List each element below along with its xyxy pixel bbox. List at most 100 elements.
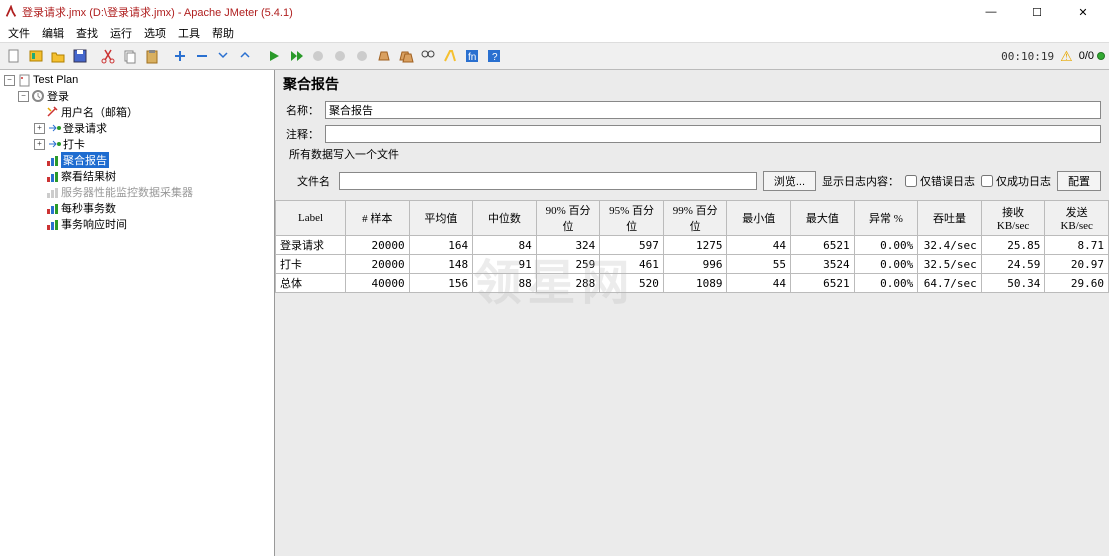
table-cell: 24.59 (981, 255, 1045, 274)
cut-icon[interactable] (98, 46, 118, 66)
only-success-checkbox[interactable]: 仅成功日志 (981, 173, 1051, 189)
app-icon (4, 5, 18, 19)
content-panel: 聚合报告 名称： 注释： 所有数据写入一个文件 文件名 浏览... 显示日志内容… (275, 70, 1109, 556)
menu-options[interactable]: 选项 (138, 24, 172, 42)
menu-edit[interactable]: 编辑 (36, 24, 70, 42)
tree-user-params[interactable]: 用户名（邮箱） (2, 104, 272, 120)
table-cell: 总体 (276, 274, 346, 293)
filename-input[interactable] (339, 172, 757, 190)
table-header[interactable]: 平均值 (409, 201, 473, 236)
table-header[interactable]: 发送 KB/sec (1045, 201, 1109, 236)
menu-search[interactable]: 查找 (70, 24, 104, 42)
menu-help[interactable]: 帮助 (206, 24, 240, 42)
templates-icon[interactable] (26, 46, 46, 66)
comment-input[interactable] (325, 125, 1101, 143)
save-icon[interactable] (70, 46, 90, 66)
function-icon[interactable]: fn (462, 46, 482, 66)
tree-toggle-icon[interactable]: − (18, 91, 29, 102)
stop-icon[interactable] (308, 46, 328, 66)
svg-text:?: ? (492, 52, 498, 63)
table-header[interactable]: 中位数 (473, 201, 537, 236)
expand-icon[interactable] (214, 46, 234, 66)
sampler-icon (47, 137, 61, 151)
menu-tools[interactable]: 工具 (172, 24, 206, 42)
minimize-button[interactable]: — (977, 2, 1005, 22)
shutdown-icon[interactable] (330, 46, 350, 66)
tree-daka-request[interactable]: + 打卡 (2, 136, 272, 152)
table-cell: 40000 (346, 274, 410, 293)
new-icon[interactable] (4, 46, 24, 66)
menu-run[interactable]: 运行 (104, 24, 138, 42)
table-header[interactable]: 异常 % (854, 201, 918, 236)
open-icon[interactable] (48, 46, 68, 66)
table-cell: 91 (473, 255, 537, 274)
test-plan-tree[interactable]: − Test Plan − 登录 用户名（邮箱） + 登录请求 + 打卡 聚合报 (0, 70, 275, 556)
table-cell: 20000 (346, 236, 410, 255)
table-header[interactable]: 最大值 (791, 201, 855, 236)
table-cell: 0.00% (854, 236, 918, 255)
name-input[interactable] (325, 101, 1101, 119)
stop-remote-icon[interactable] (352, 46, 372, 66)
maximize-button[interactable]: ☐ (1023, 2, 1051, 22)
tree-root[interactable]: − Test Plan (2, 72, 272, 88)
table-cell: 520 (600, 274, 664, 293)
remove-icon[interactable] (192, 46, 212, 66)
only-errors-checkbox[interactable]: 仅错误日志 (905, 173, 975, 189)
table-cell: 8.71 (1045, 236, 1109, 255)
table-cell: 64.7/sec (918, 274, 982, 293)
paste-icon[interactable] (142, 46, 162, 66)
panel-title: 聚合报告 (275, 70, 1109, 98)
start-icon[interactable] (264, 46, 284, 66)
tree-aggregate-report[interactable]: 聚合报告 (2, 152, 272, 168)
table-header[interactable]: Label (276, 201, 346, 236)
table-cell: 156 (409, 274, 473, 293)
aggregate-table[interactable]: Label# 样本平均值中位数90% 百分位95% 百分位99% 百分位最小值最… (275, 200, 1109, 293)
table-header[interactable]: 90% 百分位 (536, 201, 600, 236)
browse-button[interactable]: 浏览... (763, 171, 816, 191)
menu-file[interactable]: 文件 (2, 24, 36, 42)
add-icon[interactable] (170, 46, 190, 66)
table-header[interactable]: # 样本 (346, 201, 410, 236)
table-row[interactable]: 总体400001568828852010894465210.00%64.7/se… (276, 274, 1109, 293)
clear-icon[interactable] (374, 46, 394, 66)
file-section-label: 所有数据写入一个文件 (275, 146, 1109, 162)
listener-icon (45, 217, 59, 231)
copy-icon[interactable] (120, 46, 140, 66)
table-cell: 3524 (791, 255, 855, 274)
table-header[interactable]: 95% 百分位 (600, 201, 664, 236)
table-header[interactable]: 接收 KB/sec (981, 201, 1045, 236)
tree-threadgroup[interactable]: − 登录 (2, 88, 272, 104)
table-cell: 32.4/sec (918, 236, 982, 255)
tree-toggle-icon[interactable]: + (34, 123, 45, 134)
help-icon[interactable]: ? (484, 46, 504, 66)
table-row[interactable]: 打卡20000148912594619965535240.00%32.5/sec… (276, 255, 1109, 274)
close-button[interactable]: ✕ (1069, 2, 1097, 22)
warning-icon[interactable]: ⚠ (1060, 48, 1073, 65)
search-icon[interactable] (418, 46, 438, 66)
table-header[interactable]: 吞吐量 (918, 201, 982, 236)
tree-toggle-icon[interactable]: − (4, 75, 15, 86)
table-cell: 288 (536, 274, 600, 293)
table-cell: 0.00% (854, 274, 918, 293)
comment-label: 注释： (283, 126, 319, 142)
tree-toggle-icon[interactable]: + (34, 139, 45, 150)
clear-all-icon[interactable] (396, 46, 416, 66)
tree-results-tree[interactable]: 察看结果树 (2, 168, 272, 184)
configure-button[interactable]: 配置 (1057, 171, 1101, 191)
start-notimers-icon[interactable] (286, 46, 306, 66)
table-cell: 1089 (663, 274, 727, 293)
status-dot-icon (1097, 52, 1105, 60)
reset-search-icon[interactable] (440, 46, 460, 66)
tree-perfmon[interactable]: 服务器性能监控数据采集器 (2, 184, 272, 200)
table-cell: 461 (600, 255, 664, 274)
collapse-icon[interactable] (236, 46, 256, 66)
tree-tps[interactable]: 每秒事务数 (2, 200, 272, 216)
table-cell: 6521 (791, 274, 855, 293)
tree-login-request[interactable]: + 登录请求 (2, 120, 272, 136)
menubar: 文件 编辑 查找 运行 选项 工具 帮助 (0, 24, 1109, 42)
tree-response-time[interactable]: 事务响应时间 (2, 216, 272, 232)
name-label: 名称： (283, 102, 319, 118)
table-row[interactable]: 登录请求200001648432459712754465210.00%32.4/… (276, 236, 1109, 255)
table-header[interactable]: 99% 百分位 (663, 201, 727, 236)
table-header[interactable]: 最小值 (727, 201, 791, 236)
